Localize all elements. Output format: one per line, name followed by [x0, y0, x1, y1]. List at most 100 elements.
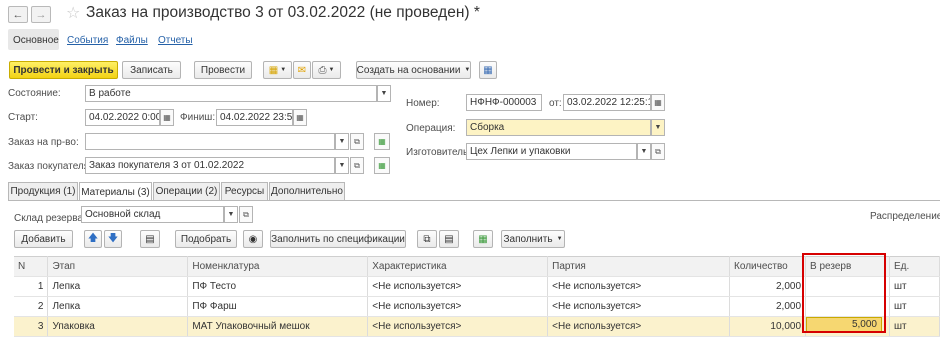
finish-calendar-button[interactable]: ▦ [293, 109, 307, 126]
cell-unit[interactable]: шт [889, 296, 940, 317]
customer-order-field[interactable]: Заказ покупателя 3 от 01.02.2022 [85, 157, 335, 174]
document-menu-button[interactable]: ▦ ▼ [263, 61, 292, 79]
structure-button[interactable]: ▦ [479, 61, 497, 79]
table-row-selected[interactable]: 3 Упаковка МАТ Упаковочный мешок <Не исп… [14, 316, 940, 337]
date-field[interactable]: 03.02.2022 12:25:10 [563, 94, 651, 111]
create-based-on-button[interactable]: Создать на основании ▼ [356, 61, 471, 79]
tab-operations[interactable]: Операции (2) [153, 182, 220, 200]
section-reports[interactable]: Отчеты [158, 35, 193, 46]
cell-characteristic[interactable]: <Не используется> [367, 296, 549, 317]
cell-batch[interactable]: <Не используется> [547, 296, 731, 317]
paste-rows-button[interactable]: ▤ [439, 230, 459, 248]
col-stage[interactable]: Этап [47, 256, 189, 277]
cell-stage[interactable]: Лепка [47, 276, 189, 297]
cell-item[interactable]: ПФ Тесто [187, 276, 369, 297]
cell-unit[interactable]: шт [889, 276, 940, 297]
cell-batch[interactable]: <Не используется> [547, 276, 731, 297]
state-dropdown[interactable]: ▼ [377, 85, 391, 102]
table-row[interactable]: 1 Лепка ПФ Тесто <Не используется> <Не и… [14, 276, 940, 297]
print-button[interactable]: ⎙ ▼ [312, 61, 341, 79]
col-unit[interactable]: Ед. [889, 256, 940, 277]
reserve-warehouse-dropdown[interactable]: ▼ [224, 206, 238, 223]
chevron-down-icon: ▼ [380, 90, 388, 97]
cell-batch[interactable]: <Не используется> [547, 316, 731, 337]
fill-label: Заполнить [503, 233, 553, 245]
post-button[interactable]: Провести [194, 61, 252, 79]
copy-icon: ⧉ [423, 233, 431, 245]
move-up-button[interactable]: 🡅 [84, 230, 102, 248]
cell-characteristic[interactable]: <Не используется> [367, 316, 549, 337]
forward-button[interactable]: → [31, 6, 51, 23]
col-batch[interactable]: Партия [547, 256, 731, 277]
envelope-icon: ✉ [297, 64, 307, 76]
post-and-close-button[interactable]: Провести и закрыть [9, 61, 118, 79]
operation-dropdown[interactable]: ▼ [651, 119, 665, 136]
cell-stage[interactable]: Упаковка [47, 316, 189, 337]
col-quantity[interactable]: Количество [729, 256, 807, 277]
col-item[interactable]: Номенклатура [187, 256, 369, 277]
prod-order-dropdown[interactable]: ▼ [335, 133, 349, 150]
reserve-column-highlight [802, 253, 886, 333]
tab-additional[interactable]: Дополнительно [269, 182, 345, 200]
maker-dropdown[interactable]: ▼ [637, 143, 651, 160]
cell-stage[interactable]: Лепка [47, 296, 189, 317]
finish-date-field[interactable]: 04.02.2022 23:59 [216, 109, 293, 126]
tab-products[interactable]: Продукция (1) [8, 182, 78, 200]
prod-order-label: Заказ на пр-во: [8, 137, 79, 148]
table-icon: ▦ [478, 233, 488, 245]
cell-unit[interactable]: шт [889, 316, 940, 337]
prod-order-field[interactable] [85, 133, 335, 150]
customer-order-add-button[interactable]: ▦ [374, 157, 390, 174]
chevron-down-icon: ▼ [338, 138, 346, 145]
state-field[interactable]: В работе [85, 85, 377, 102]
start-date-field[interactable]: 04.02.2022 0:00 [85, 109, 160, 126]
cell-quantity[interactable]: 10,000 [729, 316, 807, 337]
customer-order-open-button[interactable]: ⧉ [350, 157, 364, 174]
cell-quantity[interactable]: 2,000 [729, 296, 807, 317]
add-document-icon: ▦ [378, 161, 386, 170]
prod-order-add-button[interactable]: ▦ [374, 133, 390, 150]
document-icon: ▦ [268, 64, 279, 76]
fill-button[interactable]: Заполнить ▼ [501, 230, 565, 248]
cell-item[interactable]: ПФ Фарш [187, 296, 369, 317]
col-characteristic[interactable]: Характеристика [367, 256, 549, 277]
section-main[interactable]: Основное [13, 35, 59, 46]
cell-characteristic[interactable]: <Не используется> [367, 276, 549, 297]
move-down-button[interactable]: 🡇 [104, 230, 122, 248]
section-events[interactable]: События [67, 35, 108, 46]
col-n[interactable]: N [14, 256, 49, 277]
prod-order-open-button[interactable]: ⧉ [350, 133, 364, 150]
section-files[interactable]: Файлы [116, 35, 148, 46]
reserve-warehouse-open-button[interactable]: ⧉ [239, 206, 253, 223]
pick-button[interactable]: Подобрать [175, 230, 237, 248]
arrow-up-icon: 🡅 [87, 232, 99, 244]
number-field[interactable]: НФНФ-000003 [466, 94, 542, 111]
cell-n: 3 [14, 316, 49, 337]
email-button[interactable]: ✉ [293, 61, 311, 79]
operation-field[interactable]: Сборка [466, 119, 651, 136]
customer-order-label: Заказ покупателя: [8, 161, 92, 172]
cell-item[interactable]: МАТ Упаковочный мешок [187, 316, 369, 337]
save-button[interactable]: Записать [122, 61, 181, 79]
back-button[interactable]: ← [8, 6, 28, 23]
fill-by-spec-button[interactable]: Заполнить по спецификации [270, 230, 406, 248]
tab-materials[interactable]: Материалы (3) [79, 182, 152, 201]
maker-field[interactable]: Цех Лепки и упаковки [466, 143, 637, 160]
view-button[interactable]: ◉ [243, 230, 263, 248]
table-row[interactable]: 2 Лепка ПФ Фарш <Не используется> <Не ис… [14, 296, 940, 317]
start-calendar-button[interactable]: ▦ [160, 109, 174, 126]
maker-open-button[interactable]: ⧉ [651, 143, 665, 160]
customer-order-dropdown[interactable]: ▼ [335, 157, 349, 174]
barcode-button[interactable]: ▤ [140, 230, 160, 248]
add-row-button[interactable]: Добавить [14, 230, 73, 248]
arrow-right-icon: → [35, 8, 47, 21]
page-title: Заказ на производство 3 от 03.02.2022 (н… [86, 4, 480, 21]
favorite-star-icon[interactable]: ☆ [66, 3, 80, 23]
table-settings-button[interactable]: ▦ [473, 230, 493, 248]
arrow-left-icon: ← [12, 8, 24, 21]
tab-resources[interactable]: Ресурсы [221, 182, 268, 200]
reserve-warehouse-field[interactable]: Основной склад [81, 206, 224, 223]
date-calendar-button[interactable]: ▦ [651, 94, 665, 111]
cell-quantity[interactable]: 2,000 [729, 276, 807, 297]
copy-rows-button[interactable]: ⧉ [417, 230, 437, 248]
